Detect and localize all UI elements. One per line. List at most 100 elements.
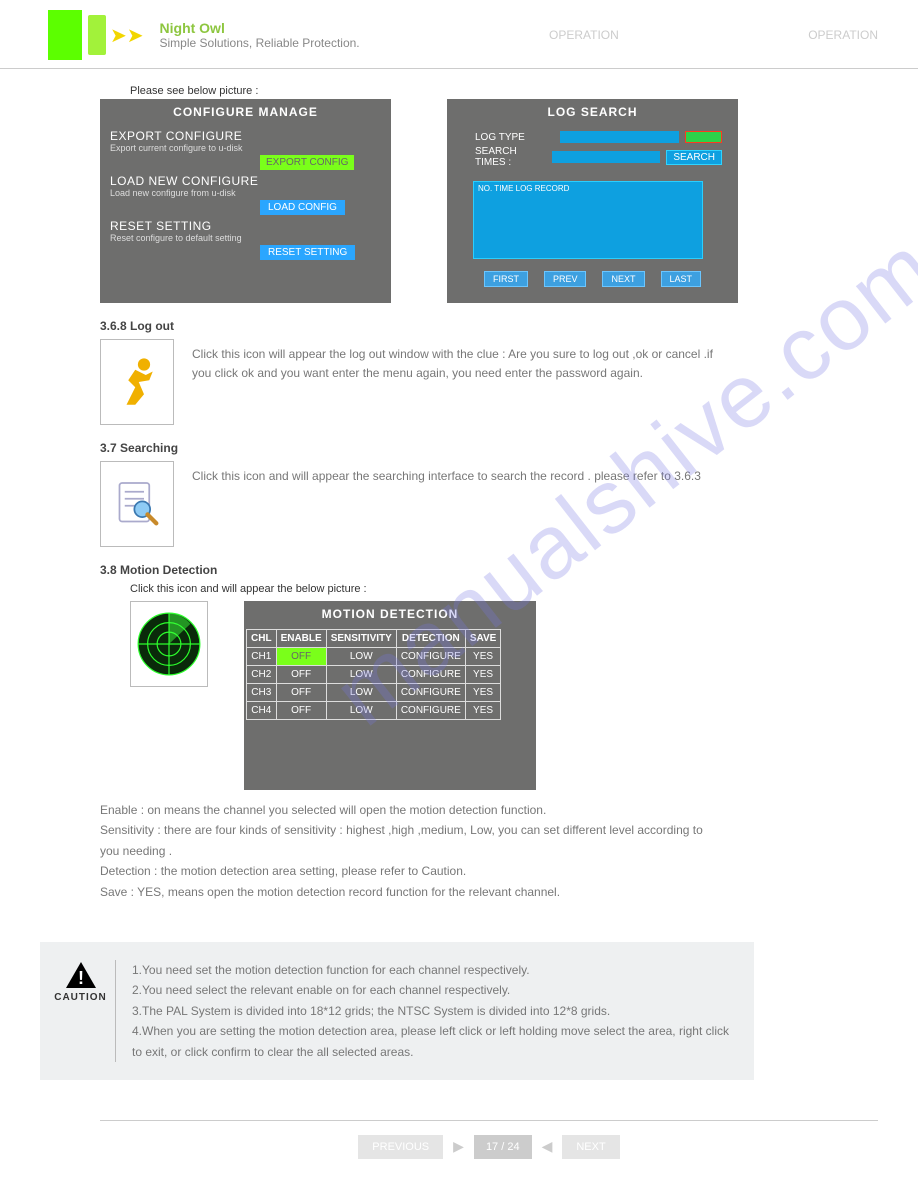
document-magnifier-icon <box>109 476 165 532</box>
md-desc: Enable : on means the channel you select… <box>100 800 720 902</box>
logo-chevron-icon: ➤➤ <box>110 23 144 48</box>
searching-icon-box <box>100 461 174 547</box>
cell-sens[interactable]: LOW <box>326 648 396 666</box>
caution-line: 4.When you are setting the motion detect… <box>132 1021 734 1062</box>
md-desc-line: Save : YES, means open the motion detect… <box>100 882 720 902</box>
cell-save[interactable]: YES <box>465 666 501 684</box>
log-results-box: NO. TIME LOG RECORD <box>473 181 703 259</box>
below-picture-label: Please see below picture : <box>130 85 878 97</box>
cell-enable[interactable]: OFF <box>276 666 326 684</box>
load-sub: Load new configure from u-disk <box>110 188 381 198</box>
col-ch: CHL <box>247 630 277 648</box>
logo-block2-icon <box>88 15 106 55</box>
last-button[interactable]: LAST <box>661 271 702 287</box>
load-configure-label: LOAD NEW CONFIGURE <box>110 174 258 188</box>
logout-heading: 3.6.8 Log out <box>100 319 878 333</box>
log-type-label: LOG TYPE <box>475 132 554 143</box>
radar-icon-box <box>130 601 208 687</box>
svg-text:!: ! <box>78 968 84 988</box>
reset-setting-label: RESET SETTING <box>110 219 212 233</box>
md-desc-line: Detection : the motion detection area se… <box>100 861 720 881</box>
page-indicator: 17 / 24 <box>474 1135 532 1159</box>
md-title: MOTION DETECTION <box>244 601 536 627</box>
logout-section: 3.6.8 Log out Click this icon will appea… <box>100 319 878 425</box>
search-times-field[interactable] <box>552 151 660 163</box>
searching-desc: Click this icon and will appear the sear… <box>192 461 701 486</box>
col-det: DETECTION <box>396 630 465 648</box>
caution-line: 2.You need select the relevant enable on… <box>132 980 734 1000</box>
md-desc-line: Sensitivity : there are four kinds of se… <box>100 820 720 861</box>
configure-title: CONFIGURE MANAGE <box>100 99 391 125</box>
searching-section: 3.7 Searching Click this icon and will a… <box>100 441 878 547</box>
cell-save[interactable]: YES <box>465 702 501 720</box>
caution-label: CAUTION <box>54 992 107 1003</box>
logo: ➤➤ Night Owl Simple Solutions, Reliable … <box>48 10 360 60</box>
reset-setting-button[interactable]: RESET SETTING <box>260 245 355 260</box>
cell-enable[interactable]: OFF <box>276 648 326 666</box>
page-header: ➤➤ Night Owl Simple Solutions, Reliable … <box>0 0 918 69</box>
cell-sens[interactable]: LOW <box>326 702 396 720</box>
first-button[interactable]: FIRST <box>484 271 528 287</box>
caution-triangle-icon: ! <box>64 960 98 990</box>
md-heading: 3.8 Motion Detection <box>100 563 878 577</box>
logout-icon-box <box>100 339 174 425</box>
table-row: CH3OFFLOWCONFIGUREYES <box>247 684 501 702</box>
footer-next-button[interactable]: NEXT <box>562 1135 619 1159</box>
cell-ch: CH1 <box>247 648 277 666</box>
cell-save[interactable]: YES <box>465 648 501 666</box>
col-sens: SENSITIVITY <box>326 630 396 648</box>
motion-detection-panel: MOTION DETECTION CHL ENABLE SENSITIVITY … <box>244 601 536 790</box>
cell-enable[interactable]: OFF <box>276 684 326 702</box>
arrow-right-icon: ▶ <box>453 1138 464 1155</box>
footer-nav: PREVIOUS ▶ 17 / 24 ◀ NEXT <box>100 1120 878 1179</box>
search-button[interactable]: SEARCH <box>666 150 722 165</box>
cell-ch: CH4 <box>247 702 277 720</box>
pager: FIRST PREV NEXT LAST <box>447 271 738 287</box>
cell-sens[interactable]: LOW <box>326 684 396 702</box>
export-configure-label: EXPORT CONFIGURE <box>110 129 242 143</box>
log-type-field[interactable] <box>560 131 679 143</box>
brand-sub: Simple Solutions, Reliable Protection. <box>160 36 360 50</box>
export-sub: Export current configure to u-disk <box>110 143 381 153</box>
logo-text: Night Owl Simple Solutions, Reliable Pro… <box>160 20 360 50</box>
log-title: LOG SEARCH <box>447 99 738 125</box>
caution-line: 1.You need set the motion detection func… <box>132 960 734 980</box>
prev-button[interactable]: PREV <box>544 271 587 287</box>
running-person-icon <box>109 354 165 410</box>
col-save: SAVE <box>465 630 501 648</box>
logo-block-icon <box>48 10 82 60</box>
export-config-button[interactable]: EXPORT CONFIG <box>260 155 354 170</box>
cell-det[interactable]: CONFIGURE <box>396 648 465 666</box>
brand-name: Night Owl <box>160 20 360 36</box>
logout-desc: Click this icon will appear the log out … <box>192 339 732 383</box>
configure-manage-panel: CONFIGURE MANAGE EXPORT CONFIGURE Export… <box>100 99 391 303</box>
table-row: CH1OFFLOWCONFIGUREYES <box>247 648 501 666</box>
cell-sens[interactable]: LOW <box>326 666 396 684</box>
caution-body: 1.You need set the motion detection func… <box>132 960 734 1062</box>
motion-detection-section: 3.8 Motion Detection Click this icon and… <box>100 563 878 902</box>
cell-det[interactable]: CONFIGURE <box>396 666 465 684</box>
next-button[interactable]: NEXT <box>602 271 644 287</box>
caution-block: ! CAUTION 1.You need set the motion dete… <box>40 942 754 1080</box>
reset-sub: Reset configure to default setting <box>110 233 381 243</box>
md-below-label: Click this icon and will appear the belo… <box>130 583 878 595</box>
search-times-label: SEARCH TIMES : <box>475 146 546 168</box>
arrow-left-icon: ◀ <box>542 1138 553 1155</box>
cell-ch: CH2 <box>247 666 277 684</box>
cell-enable[interactable]: OFF <box>276 702 326 720</box>
md-desc-line: Enable : on means the channel you select… <box>100 800 720 820</box>
cell-save[interactable]: YES <box>465 684 501 702</box>
header-mid: OPERATION <box>360 28 809 42</box>
footer-prev-button[interactable]: PREVIOUS <box>358 1135 443 1159</box>
cell-det[interactable]: CONFIGURE <box>396 702 465 720</box>
log-type-select-icon[interactable] <box>685 131 722 143</box>
header-right: OPERATION <box>808 28 878 42</box>
radar-icon <box>131 606 207 682</box>
table-row: CH2OFFLOWCONFIGUREYES <box>247 666 501 684</box>
cell-ch: CH3 <box>247 684 277 702</box>
load-config-button[interactable]: LOAD CONFIG <box>260 200 345 215</box>
cell-det[interactable]: CONFIGURE <box>396 684 465 702</box>
caution-line: 3.The PAL System is divided into 18*12 g… <box>132 1001 734 1021</box>
searching-heading: 3.7 Searching <box>100 441 878 455</box>
table-row: CH4OFFLOWCONFIGUREYES <box>247 702 501 720</box>
